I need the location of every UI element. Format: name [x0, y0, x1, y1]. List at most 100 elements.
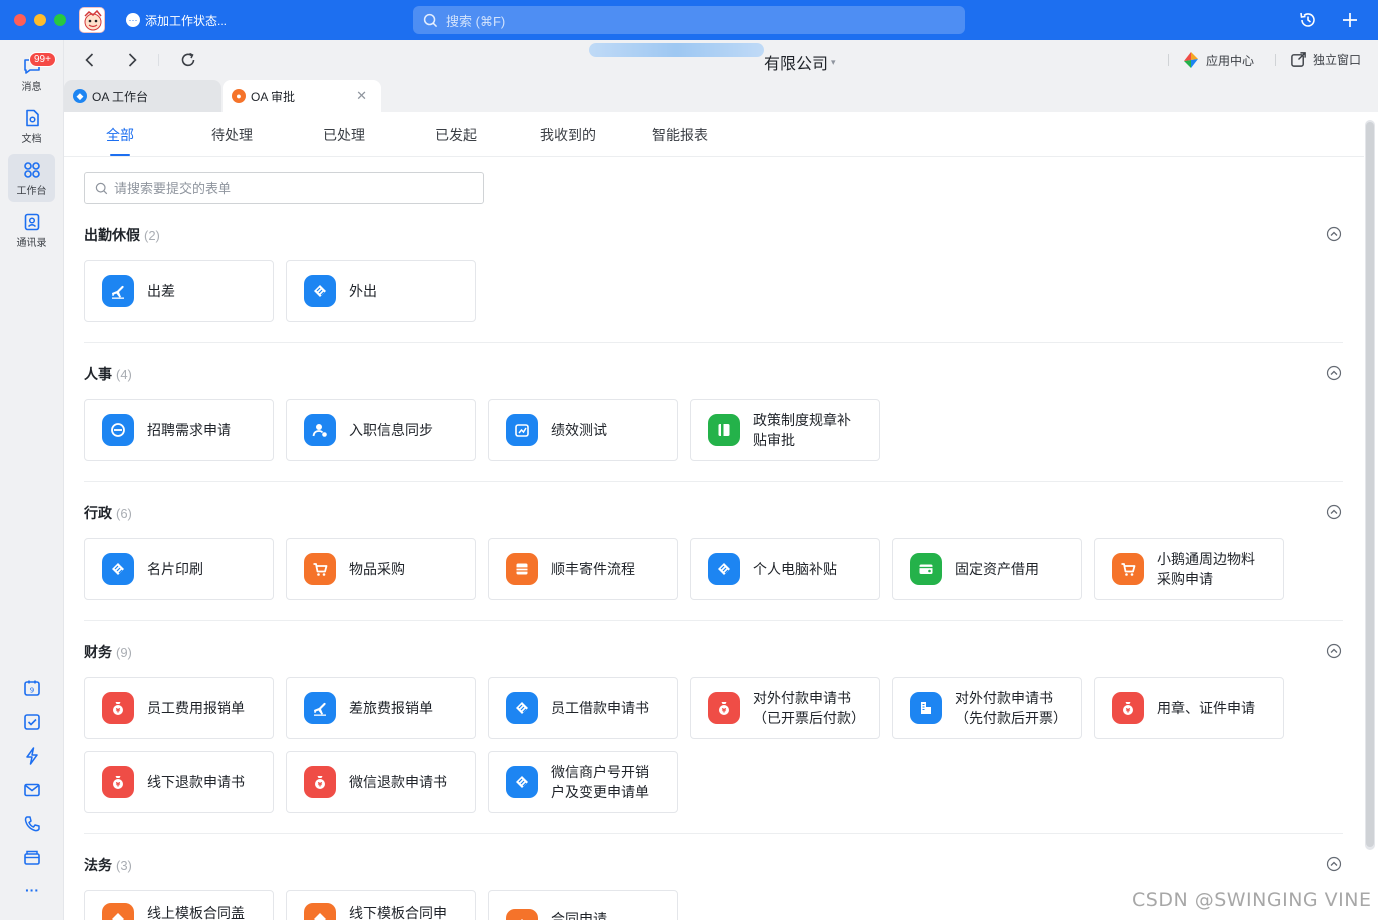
form-card-label: 入职信息同步 — [349, 422, 433, 438]
unread-badge: 99+ — [29, 52, 56, 67]
sidebar-item-docs[interactable]: 文档 — [8, 102, 55, 150]
form-card-payment-invoiced[interactable]: ¥ 对外付款申请书（已开票后付款） — [690, 677, 880, 739]
close-tab-icon[interactable]: ✕ — [356, 88, 367, 104]
section-count: (3) — [116, 858, 132, 873]
calendar-icon[interactable]: 9 — [22, 678, 42, 698]
form-card-business-trip[interactable]: 出差 — [84, 260, 274, 322]
shopping-cart-icon — [1112, 553, 1144, 585]
window-tab-oa-approval[interactable]: ● OA 审批 ✕ — [223, 80, 381, 112]
sidebar-item-contacts[interactable]: 通讯录 — [8, 206, 55, 254]
form-card-label: 政策制度规章补贴审批 — [753, 412, 851, 448]
money-bag-icon: ¥ — [304, 766, 336, 798]
maximize-window-button[interactable] — [54, 14, 66, 26]
tab-pending[interactable]: 待处理 — [211, 125, 253, 145]
standalone-window-label: 独立窗口 — [1313, 53, 1362, 67]
contract-icon — [102, 903, 134, 920]
company-switcher[interactable]: 有限公司 ▾ — [764, 50, 836, 74]
form-card-asset-borrow[interactable]: 固定资产借用 — [892, 538, 1082, 600]
forward-icon[interactable] — [122, 50, 142, 70]
more-apps-icon[interactable]: ··· — [22, 882, 42, 898]
tab-received[interactable]: 我收到的 — [540, 125, 596, 145]
form-card-recruitment[interactable]: 招聘需求申请 — [84, 399, 274, 461]
tab-initiated[interactable]: 已发起 — [435, 125, 477, 145]
form-card-wechat-merchant[interactable]: 微信商户号开销户及变更申请单 — [488, 751, 678, 813]
form-card-merch-purchase[interactable]: 小鹅通周边物料采购申请 — [1094, 538, 1284, 600]
form-card-label: 顺丰寄件流程 — [551, 561, 635, 577]
money-bag-icon: ¥ — [102, 766, 134, 798]
search-icon — [423, 13, 438, 27]
approval-tabs: 全部 待处理 已处理 已发起 我收到的 智能报表 — [64, 112, 1364, 157]
tab-all[interactable]: 全部 — [106, 125, 134, 145]
collapse-up-icon[interactable] — [1326, 643, 1342, 659]
svg-text:9: 9 — [30, 687, 34, 695]
form-card-label: 线上模板合同盖 — [147, 905, 245, 920]
package-icon — [506, 553, 538, 585]
form-card-offline-refund[interactable]: ¥ 线下退款申请书 — [84, 751, 274, 813]
folder-icon[interactable] — [22, 848, 42, 868]
form-card-onboarding-sync[interactable]: 入职信息同步 — [286, 399, 476, 461]
phone-icon[interactable] — [22, 814, 42, 834]
form-card-online-contract-seal[interactable]: 线上模板合同盖 — [84, 890, 274, 920]
window-tab-strip: ◆ OA 工作台 ● OA 审批 ✕ — [64, 80, 1378, 112]
chart-box-icon — [506, 414, 538, 446]
app-center-button[interactable]: 应用中心 — [1182, 51, 1254, 69]
sidebar-label-workbench: 工作台 — [16, 185, 47, 197]
handshake-icon — [102, 553, 134, 585]
navigation-bar: 有限公司 ▾ 应用中心 独立窗口 — [64, 40, 1378, 80]
form-card-travel-reimburse[interactable]: 差旅费报销单 — [286, 677, 476, 739]
minimize-window-button[interactable] — [34, 14, 46, 26]
collapse-up-icon[interactable] — [1326, 504, 1342, 520]
refresh-icon[interactable] — [178, 50, 198, 70]
section-count: (9) — [116, 645, 132, 660]
task-icon[interactable] — [22, 712, 42, 732]
sidebar-label-contacts: 通讯录 — [16, 237, 47, 249]
form-card-sf-shipping[interactable]: 顺丰寄件流程 — [488, 538, 678, 600]
global-search-bar[interactable]: 搜索 (⌘F) — [413, 6, 965, 34]
window-tab-oa-workbench[interactable]: ◆ OA 工作台 — [64, 80, 221, 112]
standalone-window-button[interactable]: 独立窗口 — [1290, 51, 1361, 68]
form-card-expense-reimburse[interactable]: ¥ 员工费用报销单 — [84, 677, 274, 739]
form-card-offline-contract[interactable]: 线下模板合同申 — [286, 890, 476, 920]
avatar-cartoon-icon — [80, 8, 104, 32]
user-avatar[interactable] — [79, 7, 105, 33]
form-card-payment-prepaid[interactable]: 对外付款申请书（先付款后开票） — [892, 677, 1082, 739]
form-card-label: 名片印刷 — [147, 561, 203, 577]
approval-content: 全部 待处理 已处理 已发起 我收到的 智能报表 出勤休假 (2) 出差 外出 … — [64, 112, 1378, 920]
collapse-up-icon[interactable] — [1326, 365, 1342, 381]
form-card-going-out[interactable]: 外出 — [286, 260, 476, 322]
money-bag-icon: ¥ — [102, 692, 134, 724]
history-icon[interactable] — [1298, 10, 1318, 30]
form-card-wechat-refund[interactable]: ¥ 微信退款申请书 — [286, 751, 476, 813]
collapse-up-icon[interactable] — [1326, 226, 1342, 242]
form-card-label: 微信退款申请书 — [349, 774, 447, 790]
mail-icon[interactable] — [22, 780, 42, 800]
form-card-pc-subsidy[interactable]: 个人电脑补贴 — [690, 538, 880, 600]
svg-text:¥: ¥ — [318, 781, 323, 789]
form-search-box[interactable] — [84, 172, 484, 204]
form-card-seal-certificate[interactable]: ¥ 用章、证件申请 — [1094, 677, 1284, 739]
form-search-input[interactable] — [114, 180, 474, 196]
form-card-label: 对外付款申请书（已开票后付款） — [753, 690, 863, 726]
scrollbar-thumb[interactable] — [1366, 122, 1374, 847]
watermark-text: CSDN @SWINGING VINE — [1132, 889, 1372, 911]
app-center-icon — [1184, 52, 1198, 68]
form-card-employee-loan[interactable]: 员工借款申请书 — [488, 677, 678, 739]
form-card-contract-apply[interactable]: 合同申请 — [488, 890, 678, 920]
work-status-button[interactable]: ··· 添加工作状态... — [126, 11, 227, 29]
lightning-icon[interactable] — [22, 746, 42, 766]
tab-processed[interactable]: 已处理 — [323, 125, 365, 145]
form-card-performance-test[interactable]: 绩效测试 — [488, 399, 678, 461]
section-name: 出勤休假 — [84, 227, 140, 243]
add-icon[interactable] — [1340, 10, 1360, 30]
form-card-item-purchase[interactable]: 物品采购 — [286, 538, 476, 600]
form-card-business-card-print[interactable]: 名片印刷 — [84, 538, 274, 600]
tab-smart-report[interactable]: 智能报表 — [652, 125, 708, 145]
form-card-label: 小鹅通周边物料采购申请 — [1157, 551, 1255, 587]
back-icon[interactable] — [80, 50, 100, 70]
building-icon — [910, 692, 942, 724]
section-name: 人事 — [84, 366, 112, 382]
collapse-up-icon[interactable] — [1326, 856, 1342, 872]
sidebar-item-workbench[interactable]: 工作台 — [8, 154, 55, 202]
close-window-button[interactable] — [14, 14, 26, 26]
form-card-policy-subsidy[interactable]: 政策制度规章补贴审批 — [690, 399, 880, 461]
